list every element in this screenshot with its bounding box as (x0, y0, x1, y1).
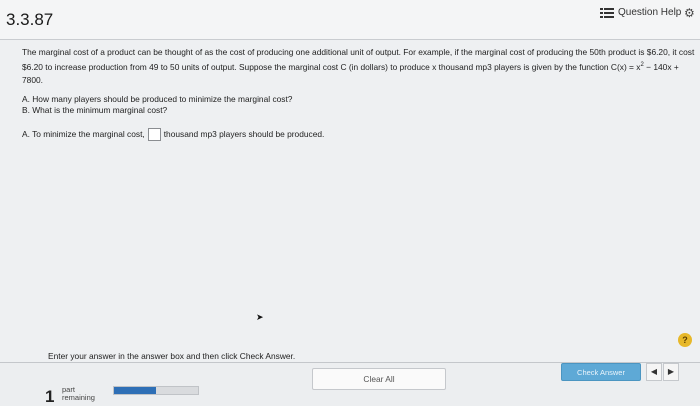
question-help-label: Question Help (618, 7, 682, 18)
problem-text: The marginal cost of a product can be th… (22, 47, 695, 72)
problem-statement: The marginal cost of a product can be th… (22, 46, 698, 87)
answer-suffix: thousand mp3 players should be produced. (163, 129, 325, 139)
question-help-button[interactable]: Question Help (600, 7, 681, 18)
answer-input[interactable] (147, 127, 161, 141)
answer-line: A. To minimize the marginal cost, thousa… (22, 126, 324, 142)
clear-all-button[interactable]: Clear All (312, 368, 446, 390)
question-parts: A. How many players should be produced t… (22, 94, 292, 116)
pointer-cursor-icon: ➤ (256, 312, 264, 322)
answer-prefix: A. To minimize the marginal cost, (22, 129, 145, 139)
part-a-question: A. How many players should be produced t… (22, 94, 293, 104)
help-circle-icon[interactable]: ? (678, 333, 692, 347)
list-icon (600, 7, 614, 18)
progress-bar (113, 386, 199, 395)
instruction-text: Enter your answer in the answer box and … (48, 351, 296, 361)
header-bar (0, 0, 700, 40)
check-answer-button[interactable]: Check Answer (561, 363, 641, 381)
previous-question-button[interactable]: ◀ (646, 363, 662, 381)
part-b-question: B. What is the minimum marginal cost? (22, 105, 168, 115)
part-label-line-2: remaining (62, 393, 95, 402)
progress-fill (114, 387, 156, 394)
gear-icon[interactable]: ⚙ (684, 6, 695, 20)
parts-remaining-count: 1 (45, 387, 55, 406)
parts-remaining-label: part remaining (62, 386, 95, 402)
question-number: 3.3.87 (6, 10, 54, 29)
next-question-button[interactable]: ▶ (663, 363, 679, 381)
